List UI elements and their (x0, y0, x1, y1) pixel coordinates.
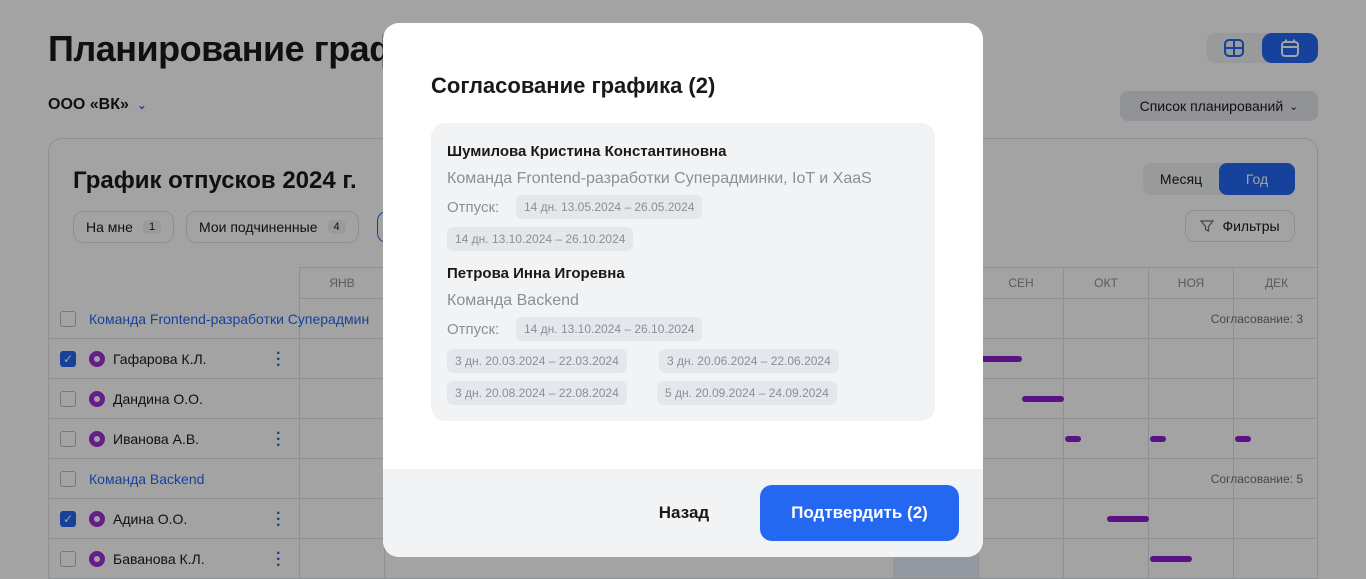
vacation-label: Отпуск: (447, 199, 500, 216)
confirm-button[interactable]: Подтвердить (2) (760, 485, 959, 541)
employee-name: Шумилова Кристина Константиновна (447, 143, 727, 160)
vacation-period: 3 дн. 20.03.2024 – 22.03.2024 (447, 349, 627, 373)
employee-list: Шумилова Кристина Константиновна Команда… (431, 123, 935, 421)
vacation-period: 3 дн. 20.08.2024 – 22.08.2024 (447, 381, 627, 405)
vacation-period: 14 дн. 13.05.2024 – 26.05.2024 (516, 195, 703, 219)
vacation-label: Отпуск: (447, 321, 500, 338)
dialog-footer: Назад Подтвердить (2) (383, 469, 983, 557)
vacation-period: 3 дн. 20.06.2024 – 22.06.2024 (659, 349, 839, 373)
vacation-period: 14 дн. 13.10.2024 – 26.10.2024 (447, 227, 634, 251)
vacation-period: 14 дн. 13.10.2024 – 26.10.2024 (516, 317, 703, 341)
back-button[interactable]: Назад (639, 485, 729, 541)
employee-team: Команда Frontend-разработки Суперадминки… (447, 170, 872, 187)
employee-team: Команда Backend (447, 292, 579, 309)
employee-name: Петрова Инна Игоревна (447, 265, 625, 282)
dialog-title: Согласование графика (2) (431, 73, 716, 98)
vacation-period: 5 дн. 20.09.2024 – 24.09.2024 (657, 381, 837, 405)
approve-schedule-dialog: Согласование графика (2) Шумилова Кристи… (383, 23, 983, 557)
